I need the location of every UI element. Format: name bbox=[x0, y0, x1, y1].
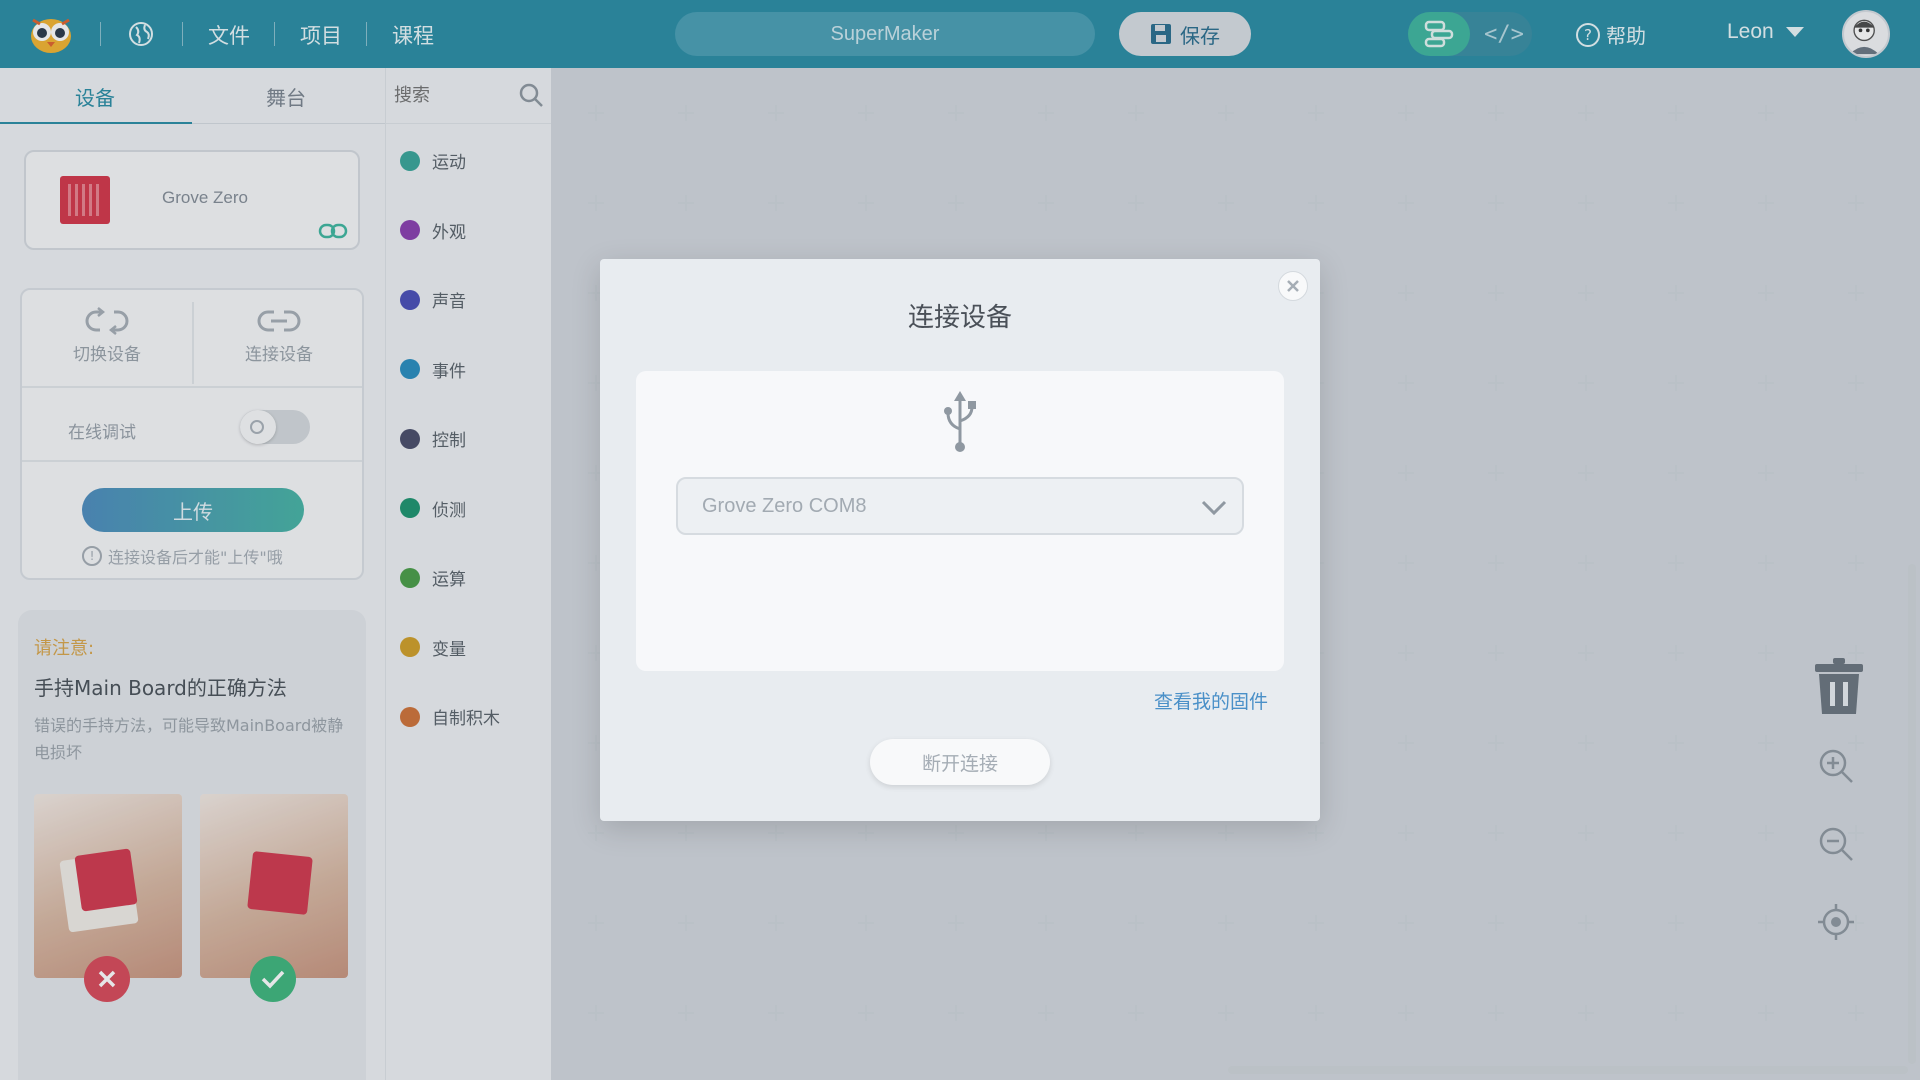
usb-icon bbox=[944, 391, 976, 452]
port-select-value: Grove Zero COM8 bbox=[702, 494, 867, 517]
dialog-content: Grove Zero COM8 bbox=[636, 371, 1284, 671]
disconnect-button[interactable]: 断开连接 bbox=[870, 739, 1050, 785]
view-firmware-link[interactable]: 查看我的固件 bbox=[1154, 687, 1268, 714]
dialog-title: 连接设备 bbox=[907, 303, 1012, 333]
close-icon bbox=[1287, 280, 1299, 292]
port-select[interactable]: Grove Zero COM8 bbox=[676, 477, 1244, 535]
chevron-down-icon bbox=[1201, 500, 1227, 516]
connect-device-dialog: 连接设备 Grove Zero COM8 查看我的固件 断开连接 bbox=[600, 259, 1320, 821]
